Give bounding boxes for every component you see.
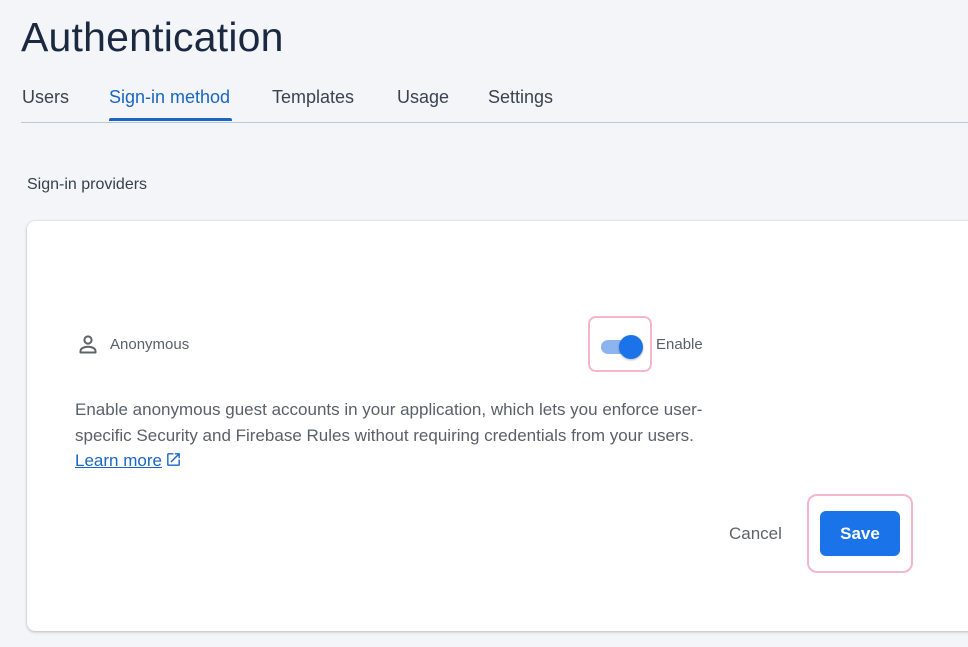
provider-description: Enable anonymous guest accounts in your … bbox=[75, 397, 715, 474]
toggle-thumb bbox=[619, 335, 643, 359]
learn-more-label: Learn more bbox=[75, 451, 162, 470]
tab-templates[interactable]: Templates bbox=[272, 87, 354, 108]
tab-bar: Users Sign-in method Templates Usage Set… bbox=[21, 84, 968, 123]
tab-settings[interactable]: Settings bbox=[488, 87, 553, 108]
page-title: Authentication bbox=[21, 14, 284, 60]
enable-toggle[interactable] bbox=[601, 335, 643, 359]
active-tab-indicator bbox=[109, 118, 232, 121]
external-link-icon bbox=[167, 453, 180, 466]
toggle-label: Enable bbox=[656, 336, 703, 353]
tab-users[interactable]: Users bbox=[22, 87, 69, 108]
provider-card: Anonymous Enable Enable anonymous guest … bbox=[27, 221, 968, 631]
description-text: Enable anonymous guest accounts in your … bbox=[75, 400, 703, 445]
tab-usage[interactable]: Usage bbox=[397, 87, 449, 108]
tab-sign-in-method[interactable]: Sign-in method bbox=[109, 87, 230, 108]
save-button[interactable]: Save bbox=[820, 511, 900, 556]
cancel-button[interactable]: Cancel bbox=[721, 520, 790, 548]
section-label: Sign-in providers bbox=[27, 176, 148, 193]
learn-more-link[interactable]: Learn more bbox=[75, 451, 182, 470]
person-icon bbox=[79, 335, 97, 354]
provider-name: Anonymous bbox=[110, 336, 190, 353]
